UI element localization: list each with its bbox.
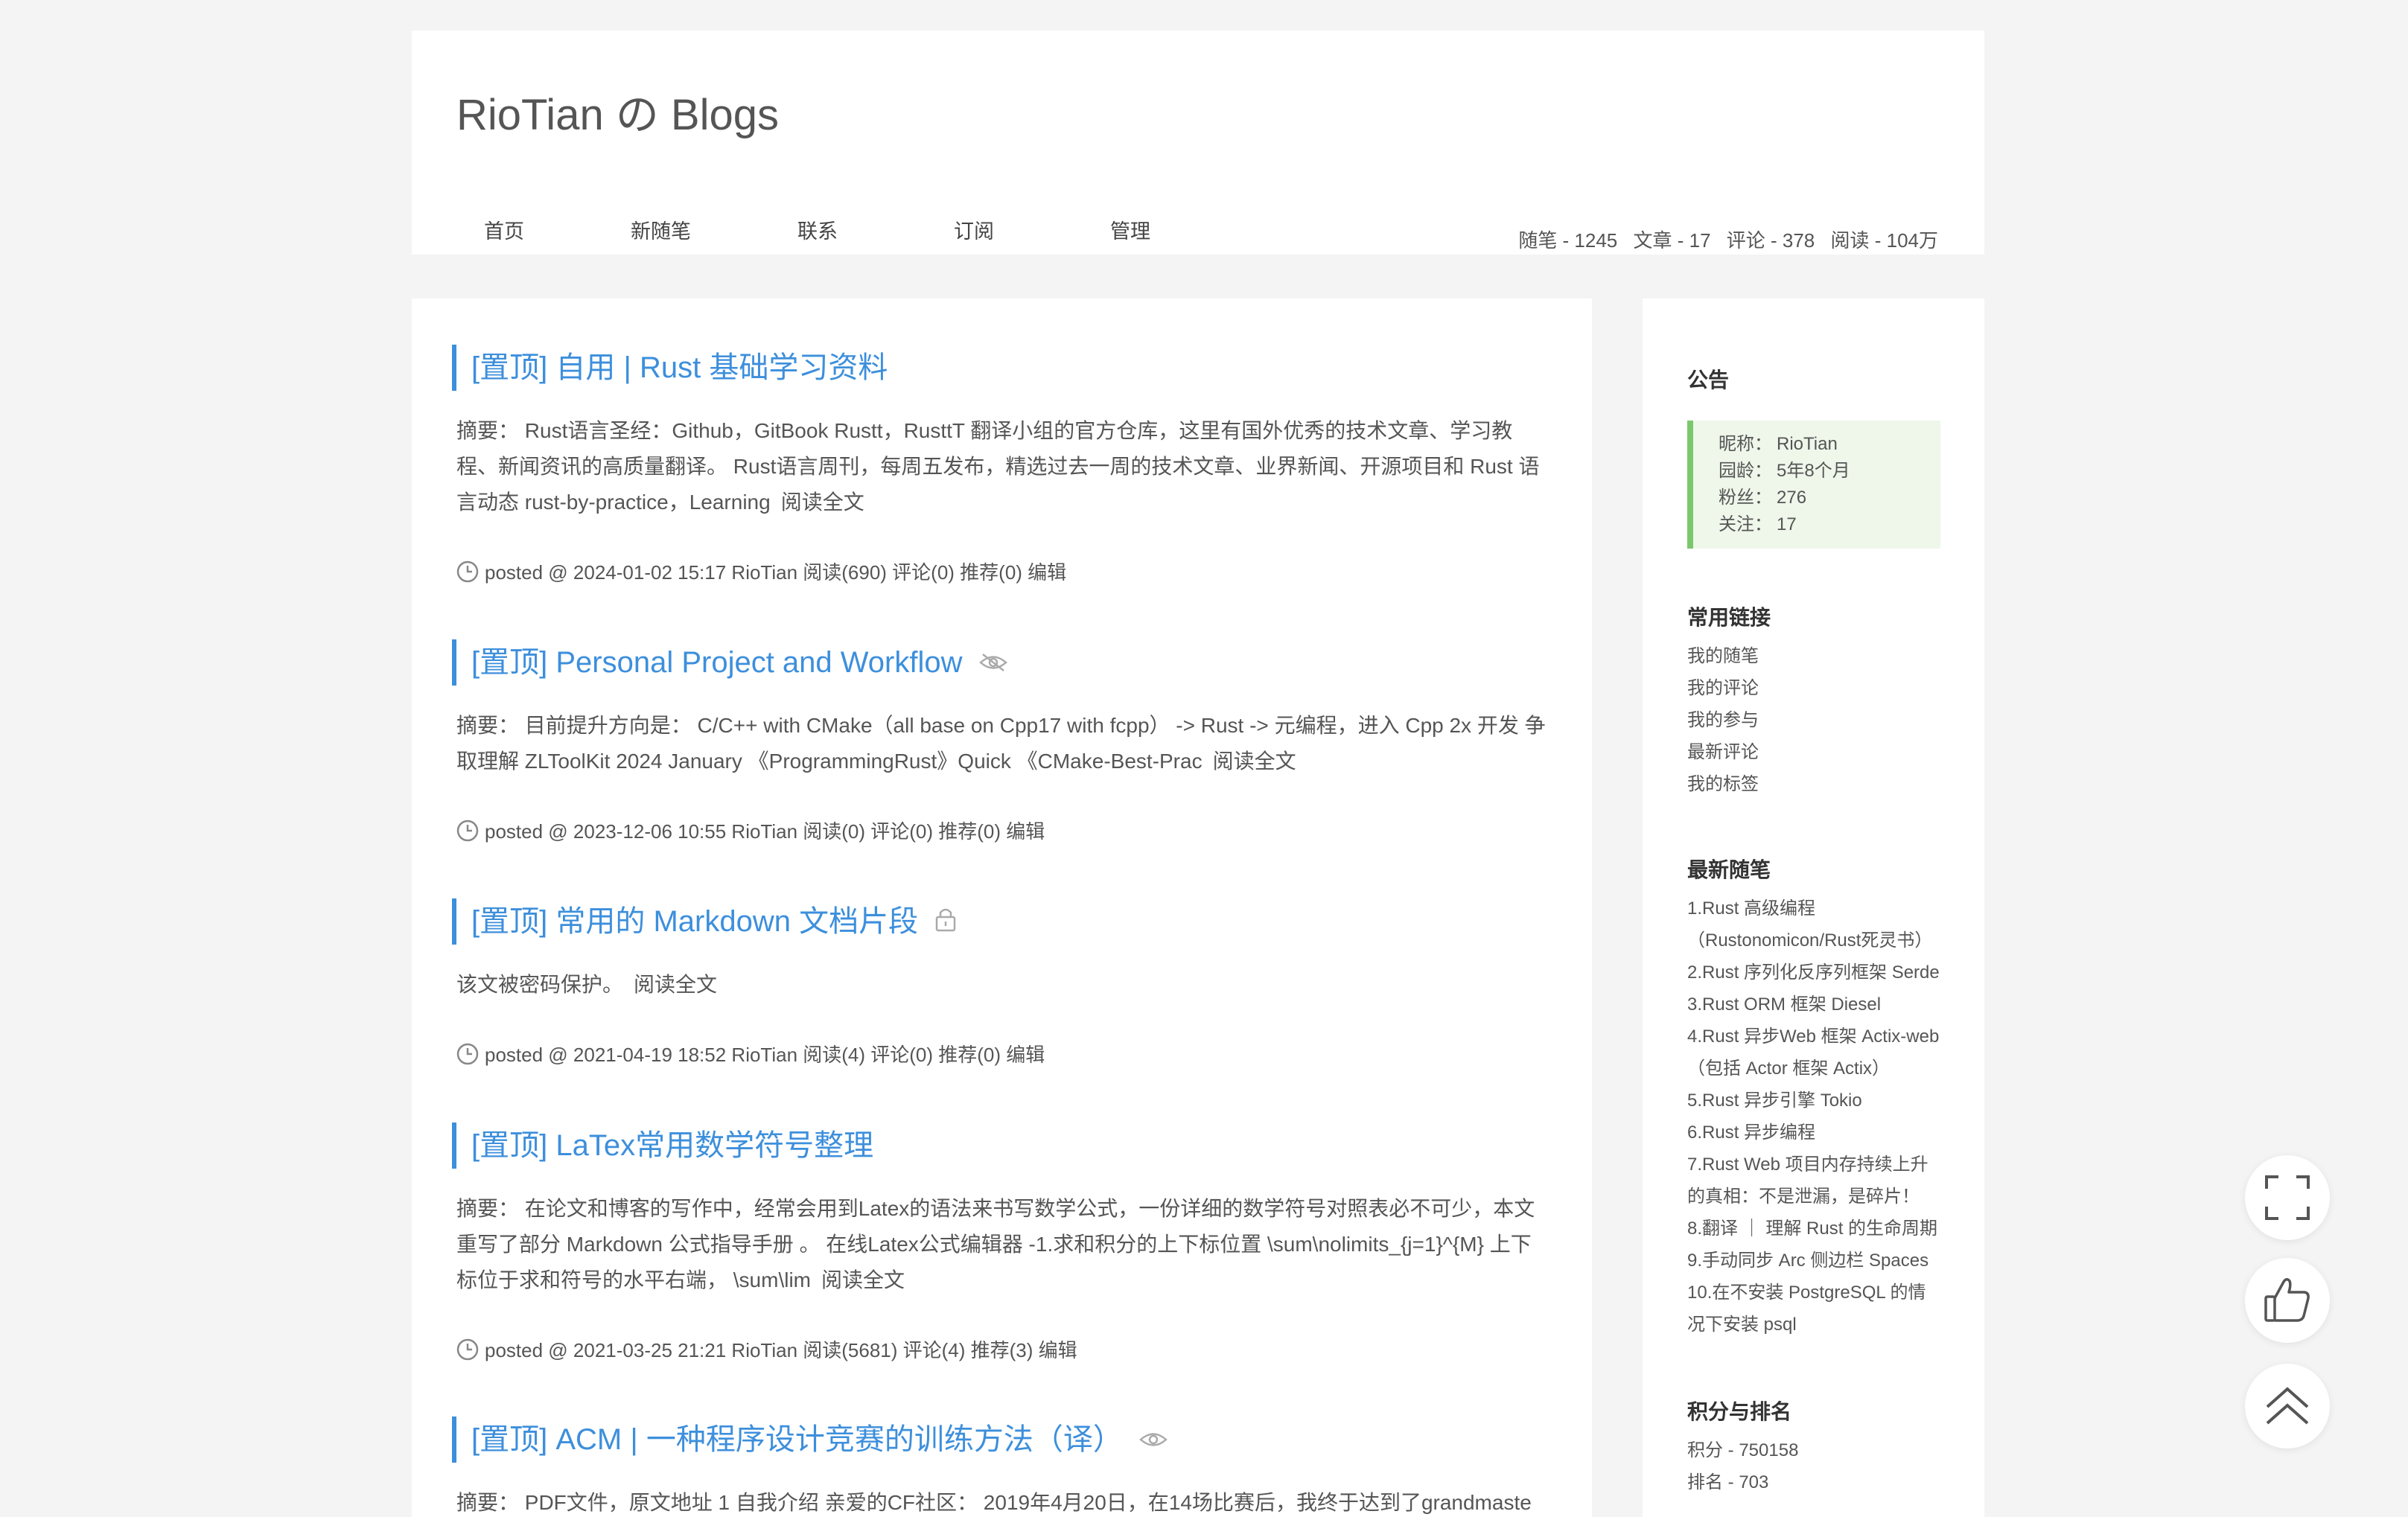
latest-post-link[interactable]: 1.Rust 高级编程 [1687,892,1955,924]
site-header: RioTian の Blogs 首页 新随笔 联系 订阅 管理 随笔 - 124… [412,31,1984,255]
fullscreen-icon [2265,1175,2310,1220]
nav-home[interactable]: 首页 [484,215,524,244]
link-my-tags[interactable]: 我的标签 [1687,768,1940,800]
stat-views: 阅读 - 104万 [1830,229,1939,252]
post-meta: posted @ 2023-12-06 10:55 RioTian 阅读(0) … [456,817,1551,844]
post-item: [置顶] 自用 | Rust 基础学习资料 摘要： Rust语言圣经：Githu… [452,345,1551,585]
double-chevron-up-icon [2266,1387,2309,1425]
notice-section: 公告 昵称： RioTian 园龄： 5年8个月 粉丝： 276 关注： 17 [1687,364,1940,549]
back-to-top-button[interactable] [2245,1364,2330,1449]
post-summary: 该文被密码保护。 阅读全文 [456,973,718,996]
post-summary: 摘要： 在论文和博客的写作中，经常会用到Latex的语法来书写数学公式，一份详细… [456,1197,1535,1291]
followers-link[interactable]: 276 [1777,488,1806,508]
latest-post-link[interactable]: （包括 Actor 框架 Actix） [1687,1053,1955,1085]
sidebar: 公告 昵称： RioTian 园龄： 5年8个月 粉丝： 276 关注： 17 常用链接… [1643,298,1984,1517]
score-title: 积分与排名 [1687,1400,1792,1423]
clock-icon [456,1043,479,1064]
latest-post-link[interactable]: （Rustonomicon/Rust死灵书） [1687,924,1955,956]
post-item: [置顶] Personal Project and Workflow 摘要： 目… [452,639,1551,844]
common-links-title: 常用链接 [1687,606,1771,629]
nav-new-post[interactable]: 新随笔 [631,215,691,244]
score-value: 积分 - 750158 [1687,1440,1799,1460]
link-my-comments[interactable]: 我的评论 [1687,672,1940,704]
latest-post-link[interactable]: 8.翻译 ｜ 理解 Rust 的生命周期 [1687,1213,1955,1245]
read-more-link[interactable]: 阅读全文 [821,1268,905,1291]
latest-post-link[interactable]: 况下安装 psql [1687,1309,1955,1341]
score-list: 积分 - 750158 排名 - 703 [1687,1434,1940,1498]
post-title[interactable]: [置顶] Personal Project and Workflow [452,639,1547,686]
thumbs-up-icon [2264,1278,2310,1322]
latest-post-link[interactable]: 的真相：不是泄漏，是碎片！ [1687,1181,1955,1213]
like-button[interactable] [2245,1258,2330,1343]
post-meta: posted @ 2024-01-02 15:17 RioTian 阅读(690… [456,558,1551,585]
clock-icon [456,820,479,841]
post-item: [置顶] 常用的 Markdown 文档片段 该文被密码保护。 阅读全文 post… [452,898,1551,1067]
post-title[interactable]: [置顶] 自用 | Rust 基础学习资料 [452,345,1547,391]
post-summary: 摘要： PDF文件，原文地址 1 自我介绍 亲爱的CF社区： 2019年4月20… [456,1491,1532,1514]
site-title[interactable]: RioTian の Blogs [456,80,779,142]
post-meta: posted @ 2021-03-25 21:21 RioTian 阅读(568… [456,1335,1551,1363]
eye-slash-icon [978,641,1008,687]
latest-posts-title: 最新随笔 [1687,858,1771,881]
read-more-link[interactable]: 阅读全文 [781,491,864,514]
stat-comments: 评论 - 378 [1726,229,1815,252]
post-title[interactable]: [置顶] 常用的 Markdown 文档片段 [452,898,1547,945]
stat-articles: 文章 - 17 [1633,229,1711,252]
latest-post-link[interactable]: 2.Rust 序列化反序列框架 Serde [1687,956,1955,989]
post-title[interactable]: [置顶] ACM | 一种程序设计竞赛的训练方法（译） [452,1417,1547,1463]
post-summary: 摘要： 目前提升方向是： C/C++ with CMake（all base o… [456,714,1546,773]
notice-title: 公告 [1687,368,1730,392]
latest-post-link[interactable]: 7.Rust Web 项目内存持续上升 [1687,1149,1955,1181]
latest-post-link[interactable]: 9.手动同步 Arc 侧边栏 Spaces [1687,1245,1955,1277]
latest-posts-list: 1.Rust 高级编程 （Rustonomicon/Rust死灵书） 2.Rus… [1687,892,1955,1341]
link-my-posts[interactable]: 我的随笔 [1687,640,1940,672]
latest-posts-section: 最新随笔 1.Rust 高级编程 （Rustonomicon/Rust死灵书） … [1687,854,1955,1341]
link-latest-comments[interactable]: 最新评论 [1687,736,1940,768]
account-age[interactable]: 5年8个月 [1777,461,1850,481]
latest-post-link[interactable]: 3.Rust ORM 框架 Diesel [1687,989,1955,1021]
link-my-participation[interactable]: 我的参与 [1687,704,1940,736]
common-links-list: 我的随笔 我的评论 我的参与 最新评论 我的标签 [1687,640,1940,800]
nav-subscribe[interactable]: 订阅 [954,215,994,244]
lock-icon [934,900,958,946]
blog-stats: 随笔 - 1245 文章 - 17 评论 - 378 阅读 - 104万 [1508,226,1938,253]
stat-posts: 随笔 - 1245 [1518,229,1618,252]
post-title[interactable]: [置顶] LaTex常用数学符号整理 [452,1122,1547,1169]
read-more-link[interactable]: 阅读全文 [634,973,717,996]
score-section: 积分与排名 积分 - 750158 排名 - 703 [1687,1396,1940,1498]
common-links-section: 常用链接 我的随笔 我的评论 我的参与 最新评论 我的标签 [1687,601,1940,800]
post-item: [置顶] LaTex常用数学符号整理 摘要： 在论文和博客的写作中，经常会用到L… [452,1122,1551,1363]
clock-icon [456,561,479,582]
latest-post-link[interactable]: 6.Rust 异步编程 [1687,1117,1955,1149]
clock-icon [456,1338,479,1360]
nickname-link[interactable]: RioTian [1777,434,1838,454]
nav-admin[interactable]: 管理 [1110,215,1150,244]
eye-icon [1138,1418,1168,1464]
profile-card: 昵称： RioTian 园龄： 5年8个月 粉丝： 276 关注： 17 [1687,421,1940,549]
following-link[interactable]: 17 [1777,514,1797,534]
rank-value: 排名 - 703 [1687,1472,1769,1492]
fullscreen-button[interactable] [2245,1155,2330,1240]
latest-post-link[interactable]: 5.Rust 异步引擎 Tokio [1687,1085,1955,1117]
post-item: [置顶] ACM | 一种程序设计竞赛的训练方法（译） 摘要： PDF文件，原文… [452,1417,1551,1517]
post-summary: 摘要： Rust语言圣经：Github，GitBook Rustt，RusttT… [456,419,1540,514]
latest-post-link[interactable]: 10.在不安装 PostgreSQL 的情 [1687,1277,1955,1309]
read-more-link[interactable]: 阅读全文 [1213,750,1296,773]
post-list: [置顶] 自用 | Rust 基础学习资料 摘要： Rust语言圣经：Githu… [412,298,1592,1517]
latest-post-link[interactable]: 4.Rust 异步Web 框架 Actix-web [1687,1021,1955,1053]
post-meta: posted @ 2021-04-19 18:52 RioTian 阅读(4) … [456,1040,1551,1067]
nav-contact[interactable]: 联系 [797,215,838,244]
